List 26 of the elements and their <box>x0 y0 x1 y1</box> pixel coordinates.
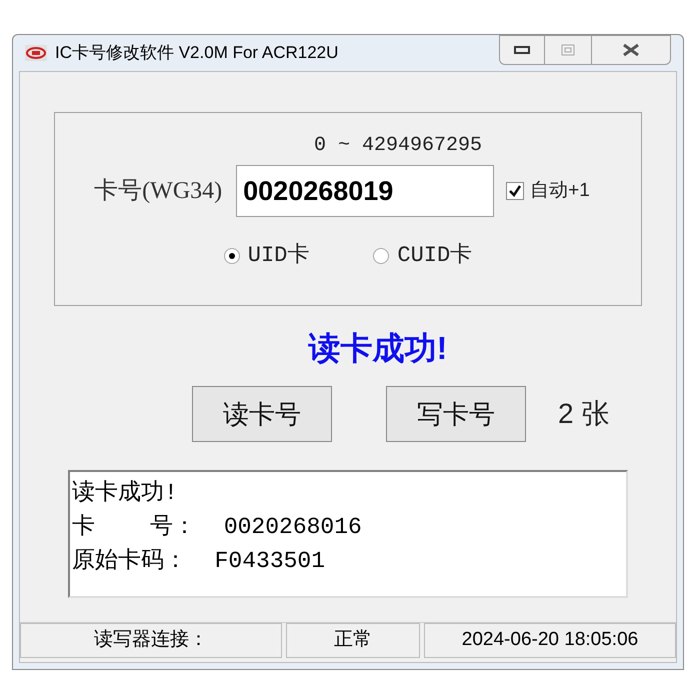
action-button[interactable]: 写卡号 <box>386 386 526 442</box>
log-line: 卡 号： 0020268016 <box>72 513 363 542</box>
close-button[interactable] <box>591 35 671 65</box>
app-logo-icon <box>25 45 47 61</box>
log-line: 原始卡码： F0433501 <box>72 547 326 576</box>
range-label: 0 ~ 4294967295 <box>314 133 482 159</box>
card-type-label: CUID卡 <box>397 242 472 270</box>
status-bar-pane: 正常 <box>286 623 420 658</box>
card-number-field[interactable]: 0020268019 <box>236 165 494 217</box>
card-type-radio[interactable] <box>224 248 240 264</box>
minimize-button[interactable] <box>499 35 545 65</box>
card-number-label: 卡号(WG34) <box>94 177 222 206</box>
result-message: 读卡成功! <box>308 329 448 368</box>
status-bar-pane: 读写器连接： <box>20 623 282 658</box>
action-button[interactable]: 读卡号 <box>192 386 332 442</box>
minimize-icon <box>514 46 530 54</box>
auto-increment-checkbox[interactable] <box>506 182 524 200</box>
card-type-label: UID卡 <box>248 242 310 270</box>
maximize-icon <box>561 44 575 56</box>
log-line: 读卡成功! <box>72 479 179 508</box>
card-type-radio[interactable] <box>373 248 390 264</box>
window-title: IC卡号修改软件 V2.0M For ACR122U <box>55 42 338 64</box>
auto-increment-label: 自动+1 <box>530 178 590 203</box>
status-bar-pane: 2024-06-20 18:05:06 <box>424 623 676 658</box>
close-icon <box>622 43 640 57</box>
card-count: 2 张 <box>558 397 610 431</box>
